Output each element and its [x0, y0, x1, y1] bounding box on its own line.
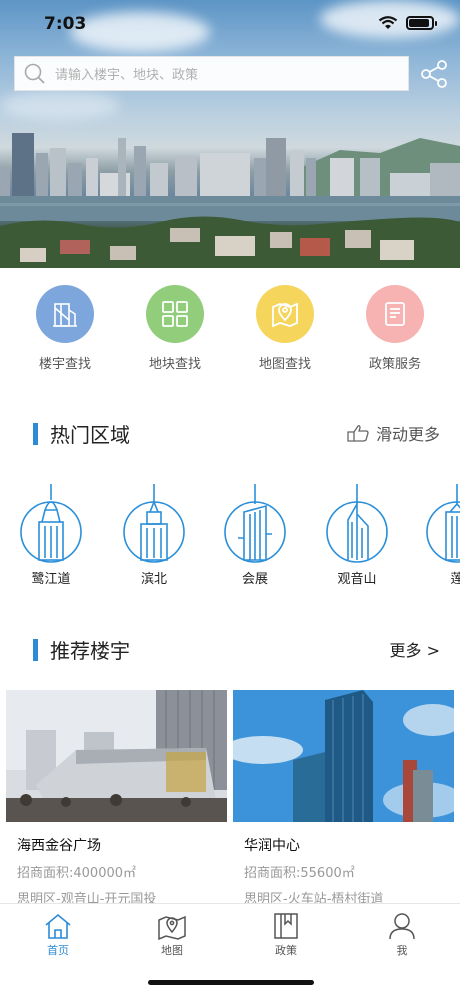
swipe-hand-icon — [347, 425, 369, 442]
building-photo — [6, 690, 227, 822]
tab-me[interactable]: 我 — [372, 912, 432, 958]
category-label: 地图查找 — [258, 357, 311, 372]
building-cards: 海西金谷广场 招商面积:400000㎡ 思明区-观音山-开元国投 华润中心 招商… — [6, 690, 460, 905]
building-card[interactable]: 海西金谷广场 招商面积:400000㎡ 思明区-观音山-开元国投 — [6, 690, 227, 905]
hero-banner: 7:03 请输入楼宇、地块、政策 — [0, 0, 460, 268]
skyscraper-icon — [224, 484, 286, 563]
tab-label: 我 — [396, 944, 408, 957]
building-search-icon — [36, 285, 94, 343]
city-skyline-image — [0, 133, 460, 268]
recommended-header: 推荐楼宇 更多 > — [0, 635, 460, 665]
area-item[interactable]: 滨北 — [119, 478, 189, 587]
cloud — [0, 90, 120, 120]
area-label: 观音山 — [337, 572, 377, 587]
section-title: 热门区域 — [50, 423, 130, 447]
more-link[interactable]: 更多 > — [390, 637, 441, 661]
tab-label: 政策 — [275, 944, 297, 957]
skyscraper-icon — [20, 484, 82, 563]
hot-areas-list: 鹭江道 滨北 会展 观音山 莲 — [0, 478, 460, 588]
building-name: 海西金谷广场 — [17, 838, 101, 854]
home-icon — [45, 913, 71, 939]
building-name: 华润中心 — [244, 838, 300, 854]
tab-label: 首页 — [47, 944, 69, 957]
skyscraper-icon — [123, 484, 185, 563]
section-accent-bar — [33, 639, 38, 661]
status-bar: 7:03 — [0, 0, 460, 50]
search-input[interactable]: 请输入楼宇、地块、政策 — [14, 56, 409, 91]
area-item[interactable]: 观音山 — [322, 478, 392, 587]
hot-areas-header: 热门区域 滑动更多 — [0, 419, 460, 449]
category-row: 楼宇查找 地块查找 地图查找 政策服务 — [0, 285, 460, 372]
wifi-icon — [378, 16, 398, 29]
share-icon[interactable] — [418, 58, 450, 90]
area-item[interactable]: 莲 — [422, 478, 460, 587]
person-icon — [389, 913, 415, 940]
map-pin-icon — [256, 285, 314, 343]
area-label: 莲 — [450, 572, 460, 587]
map-icon — [158, 915, 186, 940]
home-indicator — [148, 980, 314, 985]
swipe-more[interactable]: 滑动更多 — [346, 421, 440, 445]
category-map-search[interactable]: 地图查找 — [240, 285, 330, 372]
skyscraper-icon — [326, 484, 388, 563]
area-item[interactable]: 会展 — [220, 478, 290, 587]
category-label: 楼宇查找 — [38, 357, 91, 372]
building-photo — [233, 690, 454, 822]
category-building-search[interactable]: 楼宇查找 — [20, 285, 110, 372]
category-policy-service[interactable]: 政策服务 — [350, 285, 440, 372]
building-area: 招商面积:55600㎡ — [244, 866, 355, 881]
category-label: 地块查找 — [148, 357, 201, 372]
search-icon — [15, 56, 55, 91]
building-card[interactable]: 华润中心 招商面积:55600㎡ 思明区-火车站-梧村街道 — [233, 690, 454, 905]
building-area: 招商面积:400000㎡ — [17, 866, 137, 881]
section-title: 推荐楼宇 — [50, 639, 130, 663]
swipe-more-label: 滑动更多 — [375, 425, 440, 444]
area-label: 鹭江道 — [31, 572, 71, 587]
area-label: 会展 — [241, 572, 268, 587]
search-placeholder: 请输入楼宇、地块、政策 — [55, 68, 199, 83]
document-icon — [366, 285, 424, 343]
section-accent-bar — [33, 423, 38, 445]
grid-blocks-icon — [146, 285, 204, 343]
battery-icon — [406, 16, 437, 30]
tab-map[interactable]: 地图 — [142, 912, 202, 958]
category-plot-search[interactable]: 地块查找 — [130, 285, 220, 372]
category-label: 政策服务 — [368, 357, 421, 372]
area-label: 滨北 — [140, 572, 167, 587]
status-time: 7:03 — [44, 14, 87, 34]
book-icon — [274, 913, 298, 939]
status-icons — [378, 16, 437, 30]
skyscraper-icon — [426, 484, 460, 563]
area-item[interactable]: 鹭江道 — [16, 478, 86, 587]
tab-label: 地图 — [161, 944, 183, 957]
tab-home[interactable]: 首页 — [28, 912, 88, 958]
tab-policy[interactable]: 政策 — [256, 912, 316, 958]
